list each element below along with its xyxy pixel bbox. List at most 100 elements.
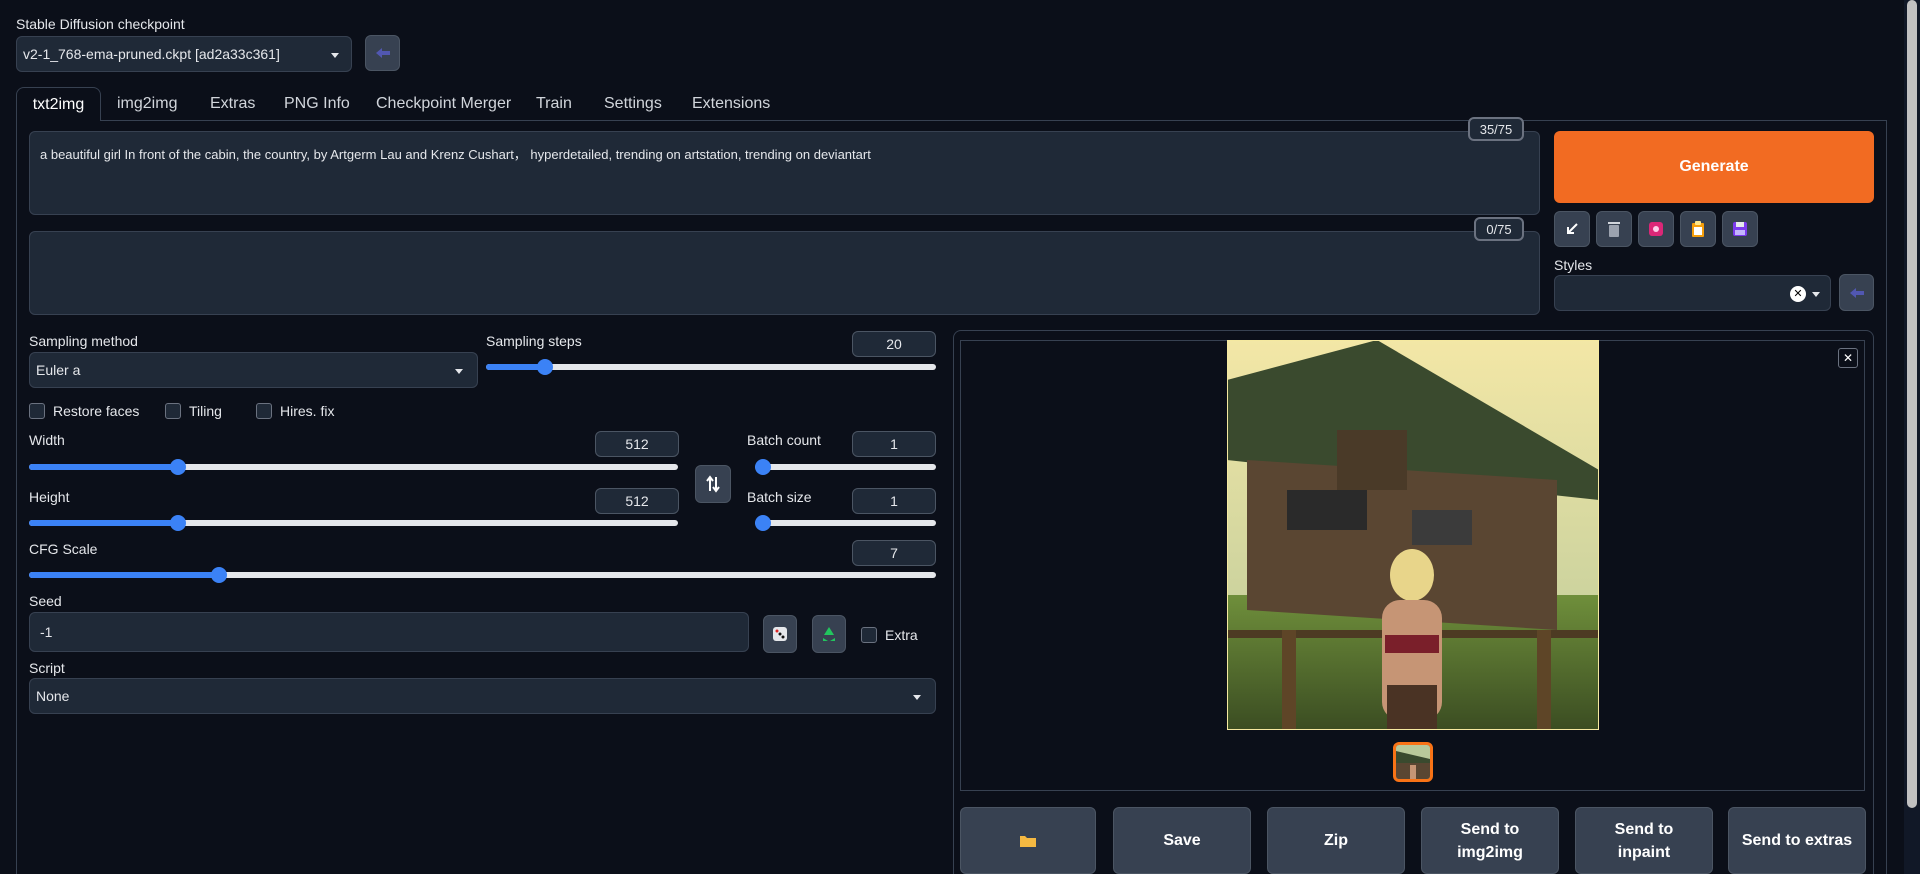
sampling-steps-input[interactable]: 20 [852,331,936,357]
seed-input[interactable]: -1 [29,612,749,652]
arrow-southwest-icon [1567,223,1578,234]
generated-image-art [1227,340,1599,730]
close-icon[interactable]: ✕ [1838,348,1858,368]
extra-networks-button[interactable] [1638,211,1674,247]
thumbnail-art [1396,745,1430,779]
checkpoint-value: v2-1_768-ema-pruned.ckpt [ad2a33c361] [23,46,280,62]
script-value: None [36,688,70,704]
checkpoint-label: Stable Diffusion checkpoint [16,16,185,32]
prompt-token-counter: 35/75 [1468,117,1524,141]
negative-prompt-token-counter: 0/75 [1474,217,1524,241]
clear-prompt-button[interactable] [1596,211,1632,247]
slider-fill [486,364,545,370]
height-label: Height [29,489,70,505]
zip-button[interactable]: Zip [1267,807,1405,874]
refresh-icon [375,48,390,58]
slider-thumb[interactable] [536,359,553,375]
trash-icon [1608,222,1620,237]
read-params-button[interactable] [1554,211,1590,247]
slider-fill [29,572,220,578]
sampling-steps-slider[interactable] [486,359,936,375]
seed-label: Seed [29,593,62,609]
scrollbar-thumb[interactable] [1907,0,1917,808]
recycle-icon [823,627,835,641]
generate-button[interactable]: Generate [1554,131,1874,203]
script-label: Script [29,660,65,676]
slider-thumb[interactable] [170,459,187,475]
slider-thumb[interactable] [755,515,771,531]
scrollbar[interactable] [1904,0,1920,874]
cfg-scale-slider[interactable] [29,567,936,583]
styles-label: Styles [1554,257,1593,273]
cfg-scale-label: CFG Scale [29,541,98,557]
sampling-method-value: Euler a [36,362,81,378]
extra-seed-checkbox[interactable] [861,627,877,643]
slider-thumb[interactable] [211,567,228,583]
batch-count-input[interactable]: 1 [852,431,936,457]
output-image[interactable] [1227,340,1599,730]
batch-size-label: Batch size [747,489,812,505]
send-to-extras-button[interactable]: Send to extras [1728,807,1866,874]
chevron-down-icon [1812,292,1820,297]
tab-checkpoint-merger[interactable]: Checkpoint Merger [376,95,511,113]
random-seed-button[interactable] [763,615,797,653]
tab-settings[interactable]: Settings [604,95,662,113]
checkpoint-select[interactable]: v2-1_768-ema-pruned.ckpt [ad2a33c361] [16,36,352,72]
tab-extras[interactable]: Extras [210,95,255,113]
tiling-checkbox[interactable] [165,403,181,419]
panel-right-border [1886,120,1887,874]
tab-img2img[interactable]: img2img [117,95,177,113]
batch-count-label: Batch count [747,432,821,448]
cfg-scale-input[interactable]: 7 [852,540,936,566]
refresh-styles-button[interactable] [1839,274,1874,311]
batch-count-slider[interactable] [755,459,936,475]
restore-faces-checkbox[interactable] [29,403,45,419]
hires-fix-label: Hires. fix [280,403,335,419]
apply-style-button[interactable] [1680,211,1716,247]
height-slider[interactable] [29,515,678,531]
prompt-text: a beautiful girl In front of the cabin, … [40,147,871,162]
panel-left-border [16,120,17,874]
send-to-img2img-button[interactable]: Send to img2img [1421,807,1559,874]
slider-thumb[interactable] [755,459,771,475]
negative-prompt-textarea[interactable] [29,231,1540,315]
sampling-method-select[interactable]: Euler a [29,352,478,388]
tab-train[interactable]: Train [536,95,572,113]
clipboard-icon [1692,221,1704,237]
extra-networks-icon [1649,222,1663,236]
tab-png-info[interactable]: PNG Info [284,95,350,113]
output-thumbnail[interactable] [1393,742,1433,782]
height-input[interactable]: 512 [595,488,679,514]
slider-fill [29,520,179,526]
floppy-disk-icon [1733,222,1747,236]
prompt-textarea[interactable]: a beautiful girl In front of the cabin, … [29,131,1540,215]
slider-thumb[interactable] [170,515,187,531]
batch-size-input[interactable]: 1 [852,488,936,514]
width-input[interactable]: 512 [595,431,679,457]
tab-extensions[interactable]: Extensions [692,95,770,113]
chevron-down-icon [455,369,463,374]
width-label: Width [29,432,65,448]
batch-size-slider[interactable] [755,515,936,531]
tab-divider [16,120,1887,121]
clear-icon[interactable]: ✕ [1790,286,1806,302]
save-button[interactable]: Save [1113,807,1251,874]
tab-txt2img[interactable]: txt2img [16,87,101,121]
chevron-down-icon [913,695,921,700]
width-slider[interactable] [29,459,678,475]
seed-value: -1 [40,624,53,640]
slider-fill [29,464,179,470]
tiling-label: Tiling [189,403,222,419]
dice-icon [773,627,787,641]
refresh-icon [1849,287,1864,298]
refresh-checkpoint-button[interactable] [365,35,400,71]
save-style-button[interactable] [1722,211,1758,247]
styles-select[interactable]: ✕ [1554,275,1831,311]
hires-fix-checkbox[interactable] [256,403,272,419]
reuse-seed-button[interactable] [812,615,846,653]
send-to-inpaint-button[interactable]: Send to inpaint [1575,807,1713,874]
open-folder-button[interactable] [960,807,1096,874]
extra-seed-label: Extra [885,627,918,643]
script-select[interactable]: None [29,678,936,714]
swap-dimensions-button[interactable] [695,465,731,503]
